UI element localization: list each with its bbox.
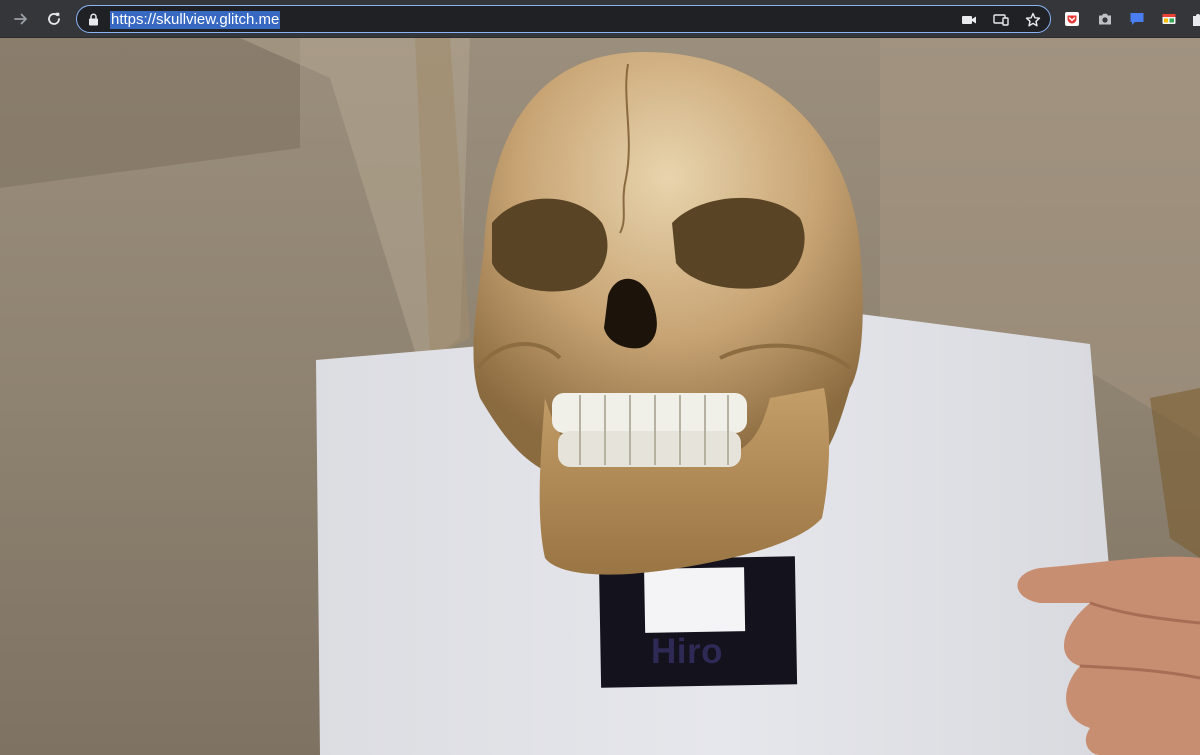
- lock-icon[interactable]: [88, 13, 99, 26]
- address-bar[interactable]: https://skullview.glitch.me: [76, 5, 1051, 33]
- bookmark-button[interactable]: [1024, 11, 1042, 29]
- ar-scene[interactable]: [0, 38, 1200, 755]
- pocket-extension-button[interactable]: [1063, 10, 1081, 28]
- reload-button[interactable]: [42, 7, 66, 31]
- puzzle-icon: [1193, 14, 1200, 26]
- reload-icon: [48, 12, 60, 25]
- hiro-marker-inner: [644, 567, 746, 633]
- forward-button[interactable]: [9, 7, 33, 31]
- chat-icon: [1130, 13, 1144, 25]
- url-text[interactable]: https://skullview.glitch.me: [110, 11, 281, 29]
- chat-extension-button[interactable]: [1128, 10, 1146, 28]
- extension-colorful-icon: [1162, 14, 1176, 24]
- camera-icon: [1099, 13, 1111, 25]
- camera-in-use-button[interactable]: [960, 11, 978, 29]
- eye-socket-right: [672, 197, 805, 289]
- star-icon: [1025, 12, 1041, 27]
- extensions-menu-button[interactable]: [1190, 10, 1200, 28]
- camera-extension-button[interactable]: [1096, 10, 1114, 28]
- ar-viewport[interactable]: Hiro: [0, 38, 1200, 755]
- lower-teeth: [558, 431, 741, 467]
- upper-teeth: [552, 393, 747, 433]
- browser-toolbar: https://skullview.glitch.me: [0, 0, 1200, 38]
- cast-button[interactable]: [992, 11, 1010, 29]
- arrow-forward-icon: [14, 13, 27, 25]
- eye-socket-left: [492, 198, 608, 292]
- colorful-extension-button[interactable]: [1160, 10, 1178, 28]
- cast-icon: [993, 14, 1009, 26]
- hiro-marker-text: Hiro: [651, 632, 723, 671]
- video-camera-icon: [962, 16, 976, 24]
- pocket-icon: [1065, 12, 1079, 26]
